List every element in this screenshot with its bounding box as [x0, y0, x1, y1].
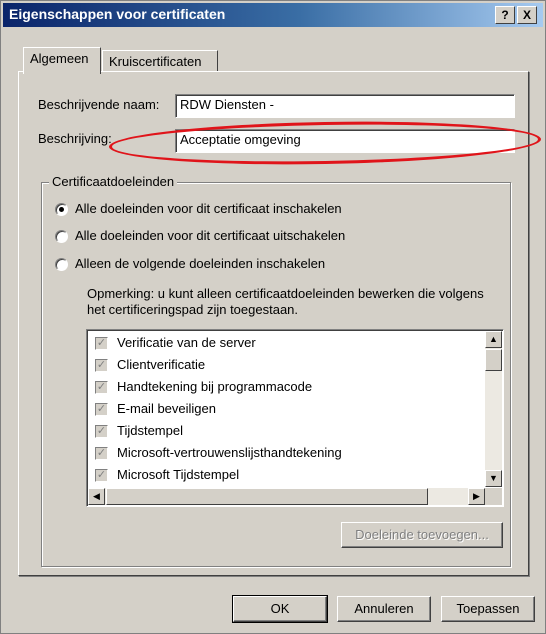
horizontal-scroll-thumb[interactable]	[106, 488, 428, 505]
scrollbar-corner	[485, 488, 502, 505]
vertical-scroll-thumb[interactable]	[485, 349, 502, 371]
horizontal-scrollbar[interactable]: ◀ ▶	[88, 488, 485, 505]
checkbox-checked[interactable]: ✓	[95, 337, 108, 350]
radio-selected-dot	[59, 207, 64, 212]
help-button[interactable]: ?	[495, 6, 515, 24]
checkbox-checked[interactable]: ✓	[95, 469, 108, 482]
tab-general[interactable]: Algemeen	[23, 47, 101, 74]
purposes-note: Opmerking: u kunt alleen certificaatdoel…	[87, 286, 484, 317]
scroll-right-arrow-icon[interactable]: ▶	[468, 488, 485, 505]
cancel-button[interactable]: Annuleren	[337, 596, 431, 622]
list-item-label: Microsoft Tijdstempel	[117, 467, 240, 482]
disable-all-purposes-radio[interactable]	[55, 230, 68, 243]
list-item-label: E-mail beveiligen	[117, 401, 216, 416]
list-item-label: Handtekening bij programmacode	[117, 379, 313, 394]
list-item-label: Microsoft-vertrouwenslijsthandtekening	[117, 445, 342, 460]
add-purpose-button[interactable]: Doeleinde toevoegen...	[341, 522, 503, 548]
list-item-label: Tijdstempel	[117, 423, 183, 438]
enable-all-purposes-radio[interactable]	[55, 203, 68, 216]
enable-only-following-label[interactable]: Alleen de volgende doeleinden inschakele…	[75, 256, 325, 271]
window-title: Eigenschappen voor certificaten	[9, 6, 226, 22]
purposes-listbox[interactable]: ✓ Verificatie van de server ✓ Clientverifi…	[86, 329, 504, 507]
friendly-name-input[interactable]: RDW Diensten -	[175, 94, 515, 118]
checkbox-checked[interactable]: ✓	[95, 359, 108, 372]
vertical-scrollbar[interactable]: ▲ ▼	[485, 331, 502, 487]
description-input[interactable]: Acceptatie omgeving	[175, 129, 515, 153]
checkbox-checked[interactable]: ✓	[95, 447, 108, 460]
scroll-down-arrow-icon[interactable]: ▼	[485, 470, 502, 487]
general-tab-panel: Beschrijvende naam: RDW Diensten - Besch…	[18, 71, 529, 576]
enable-all-purposes-label[interactable]: Alle doeleinden voor dit certificaat ins…	[75, 201, 342, 216]
certificate-purposes-title: Certificaatdoeleinden	[49, 174, 178, 189]
apply-button[interactable]: Toepassen	[441, 596, 535, 622]
scroll-left-arrow-icon[interactable]: ◀	[88, 488, 105, 505]
title-bar: Eigenschappen voor certificaten ? X	[3, 3, 543, 27]
checkbox-checked[interactable]: ✓	[95, 381, 108, 394]
list-item-label: Clientverificatie	[117, 357, 206, 372]
ok-button[interactable]: OK	[232, 595, 328, 623]
enable-only-following-radio[interactable]	[55, 258, 68, 271]
close-button[interactable]: X	[517, 6, 537, 24]
checkbox-checked[interactable]: ✓	[95, 403, 108, 416]
friendly-name-label: Beschrijvende naam:	[38, 97, 160, 112]
checkbox-checked[interactable]: ✓	[95, 425, 108, 438]
scroll-up-arrow-icon[interactable]: ▲	[485, 331, 502, 348]
disable-all-purposes-label[interactable]: Alle doeleinden voor dit certificaat uit…	[75, 228, 345, 243]
description-label: Beschrijving:	[38, 131, 112, 146]
certificate-properties-dialog: Eigenschappen voor certificaten ? X Alge…	[0, 0, 546, 634]
list-item-label: Verificatie van de server	[117, 335, 256, 350]
